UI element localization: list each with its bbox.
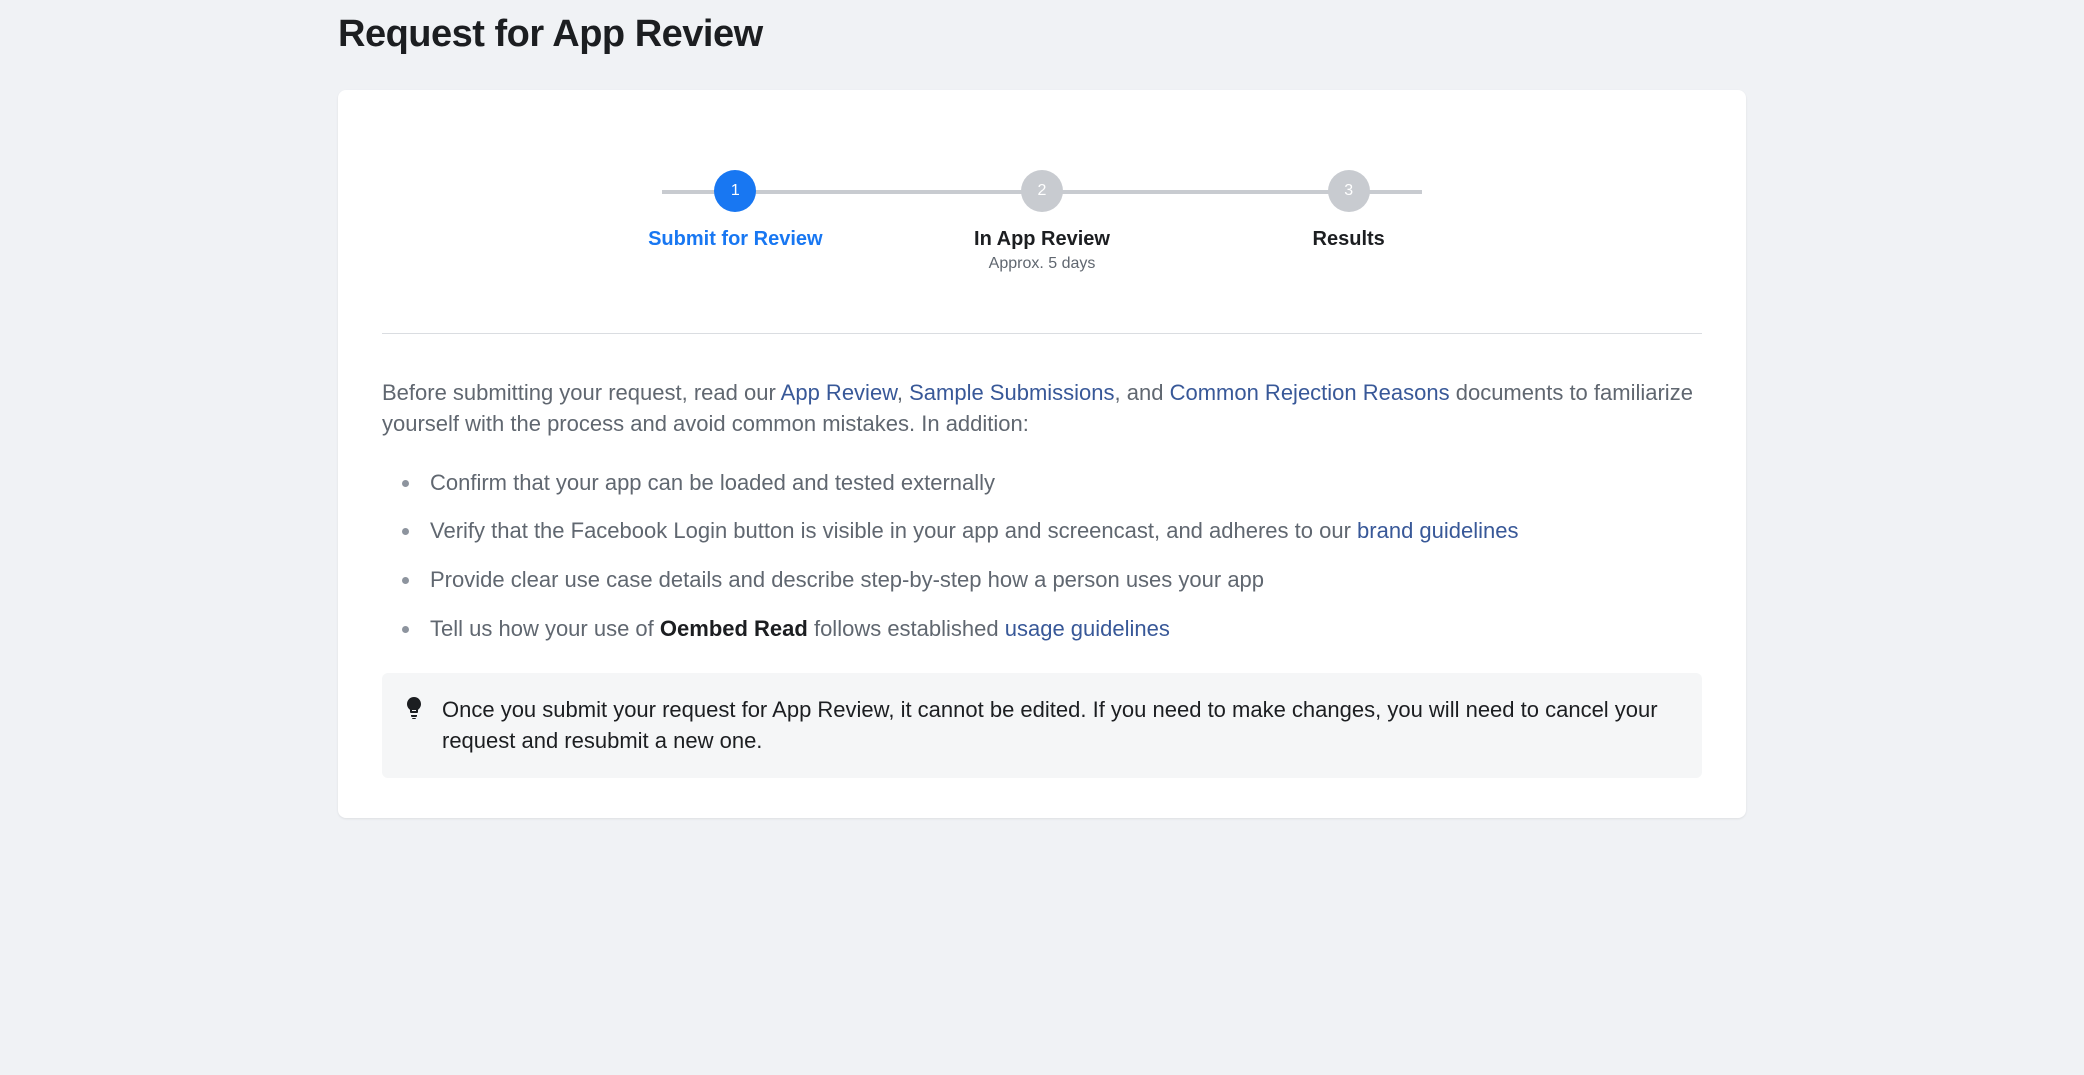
checklist-item-1: Confirm that your app can be loaded and … bbox=[402, 468, 1702, 499]
review-card: 1 Submit for Review 2 In App Review Appr… bbox=[338, 90, 1746, 818]
step-label-3: Results bbox=[1313, 228, 1385, 251]
page-title: Request for App Review bbox=[338, 13, 1802, 56]
notice-text: Once you submit your request for App Rev… bbox=[442, 695, 1678, 757]
notice-box: Once you submit your request for App Rev… bbox=[382, 673, 1702, 779]
link-sample-submissions[interactable]: Sample Submissions bbox=[909, 380, 1114, 405]
step-in-review[interactable]: 2 In App Review Approx. 5 days bbox=[889, 170, 1196, 273]
intro-paragraph: Before submitting your request, read our… bbox=[382, 378, 1702, 440]
step-results[interactable]: 3 Results bbox=[1195, 170, 1502, 251]
checklist-item-4-mid: follows established bbox=[808, 616, 1005, 641]
step-label-1: Submit for Review bbox=[648, 228, 822, 251]
step-label-2: In App Review bbox=[974, 228, 1110, 251]
link-brand-guidelines[interactable]: brand guidelines bbox=[1357, 518, 1518, 543]
checklist-item-4-bold: Oembed Read bbox=[660, 616, 808, 641]
link-app-review[interactable]: App Review bbox=[781, 380, 897, 405]
intro-sep1: , bbox=[897, 380, 909, 405]
step-circle-1: 1 bbox=[714, 170, 756, 212]
link-common-rejection[interactable]: Common Rejection Reasons bbox=[1170, 380, 1450, 405]
intro-pre: Before submitting your request, read our bbox=[382, 380, 781, 405]
checklist-item-3: Provide clear use case details and descr… bbox=[402, 565, 1702, 596]
checklist: Confirm that your app can be loaded and … bbox=[402, 468, 1702, 645]
checklist-item-4-pre: Tell us how your use of bbox=[430, 616, 660, 641]
step-circle-2: 2 bbox=[1021, 170, 1063, 212]
divider bbox=[382, 333, 1702, 334]
checklist-item-2: Verify that the Facebook Login button is… bbox=[402, 516, 1702, 547]
link-usage-guidelines[interactable]: usage guidelines bbox=[1005, 616, 1170, 641]
step-sublabel-2: Approx. 5 days bbox=[989, 255, 1096, 273]
progress-stepper: 1 Submit for Review 2 In App Review Appr… bbox=[582, 170, 1502, 273]
page-container: Request for App Review 1 Submit for Revi… bbox=[282, 13, 1802, 818]
intro-sep2: , and bbox=[1115, 380, 1170, 405]
checklist-item-4: Tell us how your use of Oembed Read foll… bbox=[402, 614, 1702, 645]
lightbulb-icon bbox=[406, 697, 424, 721]
step-circle-3: 3 bbox=[1328, 170, 1370, 212]
checklist-item-2-pre: Verify that the Facebook Login button is… bbox=[430, 518, 1357, 543]
step-submit[interactable]: 1 Submit for Review bbox=[582, 170, 889, 251]
